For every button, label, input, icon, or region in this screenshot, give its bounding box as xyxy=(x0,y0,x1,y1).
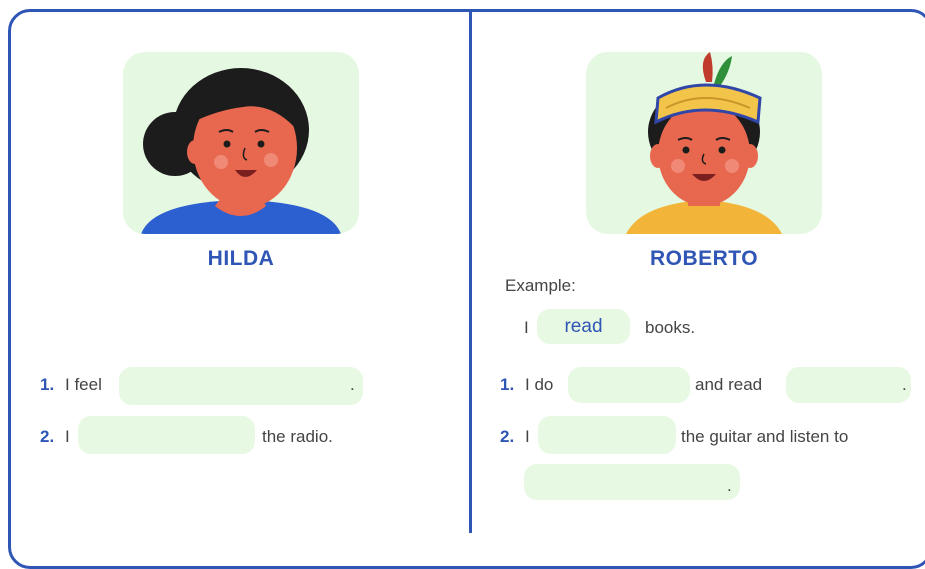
roberto-portrait xyxy=(586,52,822,234)
hilda-item-2-blank[interactable] xyxy=(78,416,255,454)
hilda-item-1-end: . xyxy=(350,375,355,394)
roberto-item-2-number: 2. xyxy=(500,427,515,446)
roberto-item-2-blank-a[interactable] xyxy=(538,416,676,454)
roberto-item-1-blank-a[interactable] xyxy=(568,367,690,403)
example-text-end: books. xyxy=(645,318,696,337)
roberto-item-1-middle: and read xyxy=(695,375,763,394)
roberto-item-2-text: I xyxy=(525,427,530,446)
hilda-item-1-number: 1. xyxy=(40,375,55,394)
hilda-portrait xyxy=(123,52,359,234)
roberto-name: ROBERTO xyxy=(649,247,759,270)
example-answer: read xyxy=(537,309,630,344)
roberto-item-2-blank-b[interactable] xyxy=(524,464,740,500)
hilda-item-2-text: I xyxy=(65,427,70,446)
roberto-item-2-middle: the guitar and listen to xyxy=(681,427,849,446)
hilda-item-2-end: the radio. xyxy=(262,427,333,446)
hilda-item-2-number: 2. xyxy=(40,427,55,446)
roberto-item-1-blank-b[interactable] xyxy=(786,367,911,403)
roberto-item-1-end: . xyxy=(902,375,907,394)
hilda-item-1-blank[interactable] xyxy=(119,367,363,405)
hilda-name: HILDA xyxy=(207,247,275,270)
roberto-item-1-text: I do xyxy=(525,375,554,394)
example-text-start: I xyxy=(524,318,529,337)
example-label: Example: xyxy=(505,276,576,295)
hilda-item-1-text: I feel xyxy=(65,375,102,394)
roberto-item-1-number: 1. xyxy=(500,375,515,394)
roberto-item-2-end: . xyxy=(727,476,732,495)
column-divider xyxy=(469,10,472,533)
